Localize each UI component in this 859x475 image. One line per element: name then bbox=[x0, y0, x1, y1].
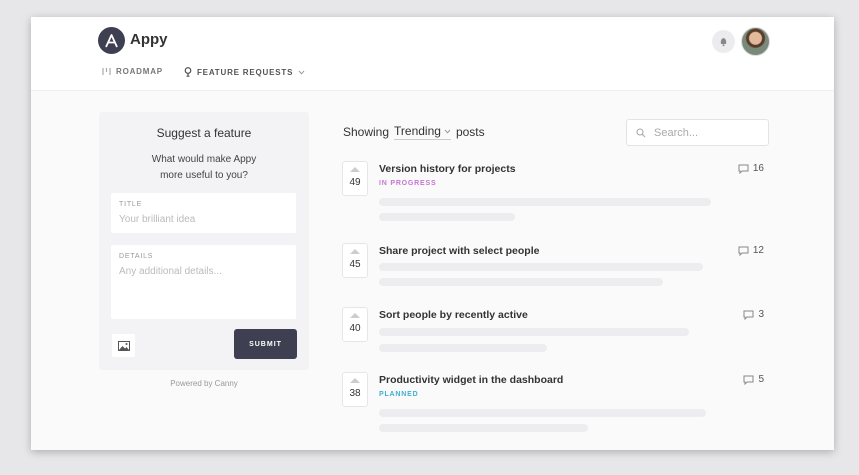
title-input[interactable] bbox=[119, 214, 289, 225]
suggest-feature-card: Suggest a feature What would make Appy m… bbox=[99, 112, 309, 370]
suggest-subtitle-line2: more useful to you? bbox=[160, 170, 248, 181]
comment-count-value: 12 bbox=[752, 245, 764, 256]
post-title[interactable]: Productivity widget in the dashboard bbox=[379, 374, 563, 386]
post-title[interactable]: Sort people by recently active bbox=[379, 309, 528, 321]
nav-feature-requests-label: FEATURE REQUESTS bbox=[197, 67, 294, 77]
upvote-arrow-icon bbox=[350, 313, 360, 318]
chevron-down-icon bbox=[298, 70, 305, 75]
comment-count: 12 bbox=[738, 245, 764, 256]
attach-image-button[interactable] bbox=[112, 334, 135, 357]
app-name: Appy bbox=[130, 31, 168, 48]
upvote-arrow-icon bbox=[350, 378, 360, 383]
showing-label: Showing bbox=[343, 125, 390, 139]
lightbulb-icon bbox=[184, 67, 192, 77]
search-icon bbox=[636, 127, 646, 137]
user-avatar[interactable] bbox=[741, 27, 770, 56]
vote-count: 45 bbox=[349, 259, 361, 270]
placeholder-bar bbox=[379, 198, 711, 206]
post-item[interactable]: 45 Share project with select people 12 bbox=[342, 243, 772, 313]
placeholder-bar bbox=[379, 263, 703, 271]
powered-by-link[interactable]: Powered by Canny bbox=[99, 379, 309, 388]
image-icon bbox=[117, 340, 130, 351]
vote-count: 40 bbox=[349, 323, 361, 334]
details-field[interactable]: DETAILS bbox=[111, 245, 296, 319]
title-label: TITLE bbox=[119, 201, 143, 208]
comment-icon bbox=[743, 310, 754, 320]
upvote-button[interactable]: 38 bbox=[342, 372, 368, 407]
placeholder-bar bbox=[379, 409, 706, 417]
suggest-title: Suggest a feature bbox=[156, 126, 252, 140]
upvote-button[interactable]: 40 bbox=[342, 307, 368, 342]
comment-count-value: 16 bbox=[752, 163, 764, 174]
upvote-arrow-icon bbox=[350, 249, 360, 254]
suggest-subtitle: What would make Appy more useful to you? bbox=[129, 152, 279, 184]
status-badge: PLANNED bbox=[379, 391, 419, 398]
sort-dropdown[interactable]: Trending bbox=[394, 124, 451, 140]
placeholder-bar bbox=[379, 213, 515, 221]
placeholder-bar bbox=[379, 328, 689, 336]
details-input[interactable] bbox=[119, 266, 289, 277]
comment-icon bbox=[738, 246, 749, 256]
posts-label: posts bbox=[455, 125, 485, 139]
sort-value: Trending bbox=[394, 124, 441, 138]
chevron-down-icon bbox=[444, 129, 451, 134]
comment-count: 5 bbox=[743, 374, 764, 385]
upvote-arrow-icon bbox=[350, 167, 360, 172]
posts-filter: Showing Trending posts bbox=[343, 124, 485, 140]
post-item[interactable]: 40 Sort people by recently active 3 bbox=[342, 307, 772, 377]
placeholder-bar bbox=[379, 424, 588, 432]
app-window: Appy ROADMAP FEATURE REQUESTS Suggest a … bbox=[31, 17, 834, 450]
details-label: DETAILS bbox=[119, 253, 154, 260]
app-logo[interactable] bbox=[98, 27, 125, 54]
placeholder-bar bbox=[379, 278, 663, 286]
logo-a-icon bbox=[105, 34, 118, 48]
search-box[interactable] bbox=[626, 119, 769, 146]
top-bar: Appy ROADMAP FEATURE REQUESTS bbox=[31, 17, 834, 91]
post-item[interactable]: 49 Version history for projects IN PROGR… bbox=[342, 161, 772, 231]
placeholder-bar bbox=[379, 344, 547, 352]
bell-icon bbox=[720, 38, 727, 47]
nav-roadmap[interactable]: ROADMAP bbox=[102, 67, 163, 76]
comment-icon bbox=[743, 375, 754, 385]
roadmap-icon bbox=[102, 68, 111, 75]
submit-button[interactable]: SUBMIT bbox=[234, 329, 297, 359]
post-title[interactable]: Version history for projects bbox=[379, 163, 516, 175]
nav-feature-requests[interactable]: FEATURE REQUESTS bbox=[184, 67, 305, 77]
comment-count: 16 bbox=[738, 163, 764, 174]
notifications-button[interactable] bbox=[712, 30, 735, 53]
comment-count-value: 3 bbox=[758, 309, 764, 320]
post-title[interactable]: Share project with select people bbox=[379, 245, 539, 257]
upvote-button[interactable]: 45 bbox=[342, 243, 368, 278]
comment-icon bbox=[738, 164, 749, 174]
vote-count: 38 bbox=[349, 388, 361, 399]
post-item[interactable]: 38 Productivity widget in the dashboard … bbox=[342, 372, 772, 442]
vote-count: 49 bbox=[349, 177, 361, 188]
suggest-subtitle-line1: What would make Appy bbox=[151, 154, 257, 165]
comment-count-value: 5 bbox=[758, 374, 764, 385]
comment-count: 3 bbox=[743, 309, 764, 320]
title-field[interactable]: TITLE bbox=[111, 193, 296, 233]
upvote-button[interactable]: 49 bbox=[342, 161, 368, 196]
search-input[interactable] bbox=[652, 125, 756, 140]
status-badge: IN PROGRESS bbox=[379, 180, 437, 187]
nav-roadmap-label: ROADMAP bbox=[116, 67, 163, 76]
